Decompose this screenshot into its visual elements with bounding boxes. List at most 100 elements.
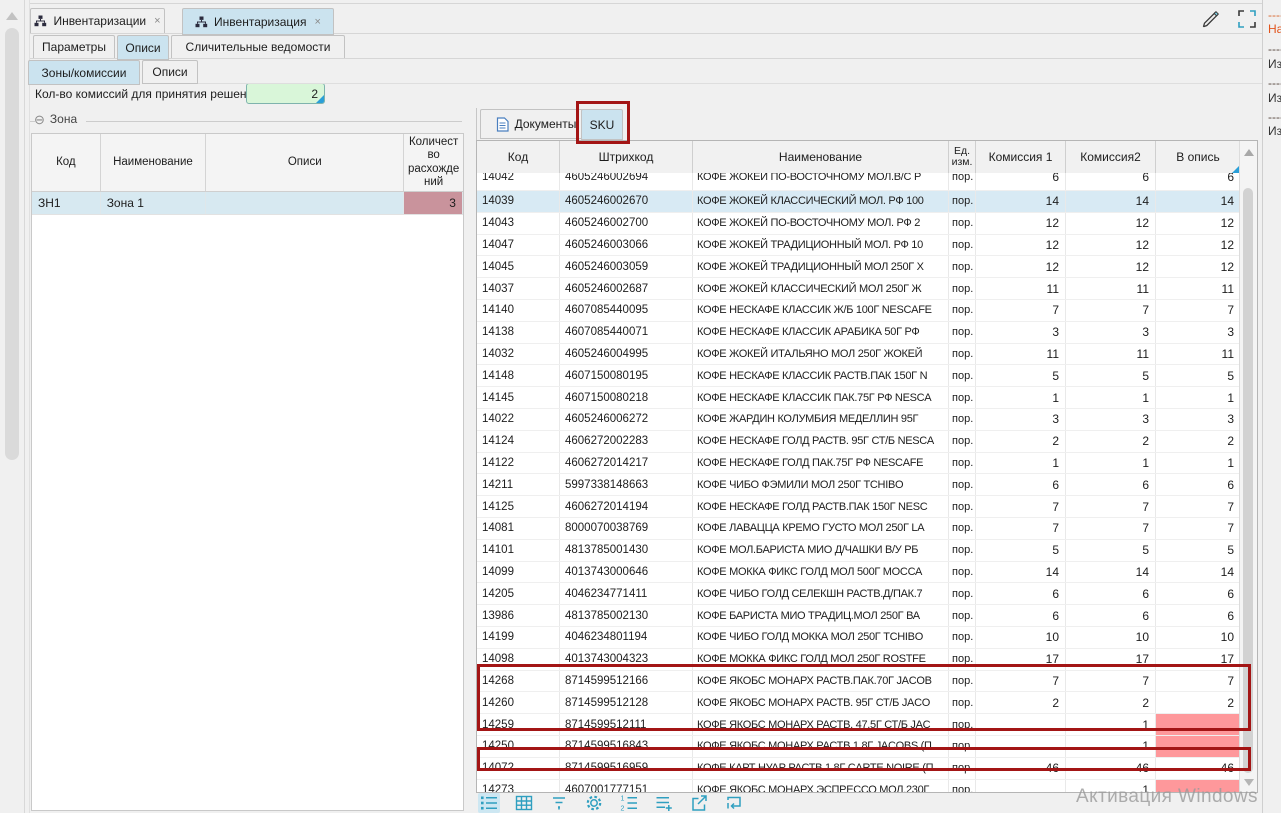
tab-dokumenty[interactable]: Документы [480, 109, 592, 139]
close-icon[interactable]: × [315, 16, 321, 28]
sku-row-14124[interactable]: 141244606272002283КОФЕ НЕСКАФЕ ГОЛД РАСТ… [477, 431, 1241, 453]
scroll-up-icon[interactable] [6, 12, 18, 20]
zone-row[interactable]: ЗН1 Зона 1 3 [32, 192, 463, 215]
cell-code: 14072 [477, 758, 560, 779]
sku-row-14098[interactable]: 140984013743004323КОФЕ МОККА ФИКС ГОЛД М… [477, 649, 1241, 671]
cell-name: КОФЕ ЖОКЕЙ ТРАДИЦИОННЫЙ МОЛ 250Г Х [693, 256, 949, 277]
scroll-up-icon[interactable] [1244, 149, 1254, 156]
sku-row-14145[interactable]: 141454607150080218КОФЕ НЕСКАФЕ КЛАССИК П… [477, 387, 1241, 409]
sku-row-14099[interactable]: 140994013743000646КОФЕ МОККА ФИКС ГОЛД М… [477, 562, 1241, 584]
tab-slichitelnye-vedomosti[interactable]: Сличительные ведомости [171, 35, 345, 59]
tab-inventarizaciya[interactable]: Инвентаризация × [182, 8, 334, 35]
header-in-list[interactable]: В опись [1156, 141, 1241, 173]
edge-text: ----- [1268, 42, 1281, 56]
zone-header-opisi[interactable]: Описи [206, 134, 404, 191]
sku-row-13986[interactable]: 139864813785002130КОФЕ БАРИСТА МИО ТРАДИ… [477, 605, 1241, 627]
collapse-icon[interactable]: ⊖ [34, 113, 45, 126]
divider [30, 3, 1262, 4]
left-scrollbar[interactable] [0, 0, 25, 813]
numbered-list-icon[interactable]: 12 [618, 793, 640, 813]
tab-zony-komissii[interactable]: Зоны/комиссии [28, 60, 140, 85]
cell-code: 14211 [477, 474, 560, 495]
refresh-icon[interactable] [723, 793, 745, 813]
sku-row-14072[interactable]: 140728714599516959КОФЕ КАРТ НУАР РАСТВ.1… [477, 758, 1241, 780]
scroll-down-icon[interactable] [1244, 779, 1254, 786]
header-commission2[interactable]: Комиссия2 [1066, 141, 1156, 173]
sku-row-14043[interactable]: 140434605246002700КОФЕ ЖОКЕЙ ПО-ВОСТОЧНО… [477, 213, 1241, 235]
edit-pencil-icon[interactable] [1200, 8, 1222, 35]
sku-row-14039[interactable]: 140394605246002670КОФЕ ЖОКЕЙ КЛАССИЧЕСКИ… [477, 191, 1241, 213]
cell-name: КОФЕ ЖАРДИН КОЛУМБИЯ МЕДЕЛЛИН 95Г [693, 409, 949, 430]
cell-commission2: 7 [1066, 518, 1156, 539]
cell-unit: пор. [949, 496, 976, 517]
tab-opisi[interactable]: Описи [117, 35, 169, 60]
cell-name: КОФЕ МОККА ФИКС ГОЛД МОЛ 500Г МОССА [693, 562, 949, 583]
sku-row-14259[interactable]: 142598714599512111КОФЕ ЯКОБС МОНАРХ РАСТ… [477, 714, 1241, 736]
sku-row-14205[interactable]: 142054046234771411КОФЕ ЧИБО ГОЛД СЕЛЕКШН… [477, 583, 1241, 605]
sku-row-14032[interactable]: 140324605246004995КОФЕ ЖОКЕЙ ИТАЛЬЯНО МО… [477, 344, 1241, 366]
add-row-icon[interactable] [653, 793, 675, 813]
cell-unit: пор. [949, 540, 976, 561]
sku-row-14260[interactable]: 142608714599512128КОФЕ ЯКОБС МОНАРХ РАСТ… [477, 692, 1241, 714]
cell-code: 14124 [477, 431, 560, 452]
cell-commission2: 6 [1066, 605, 1156, 626]
list-view-icon[interactable] [478, 793, 500, 813]
zone-header-name[interactable]: Наименование [101, 134, 207, 191]
export-icon[interactable] [688, 793, 710, 813]
commissions-count-input[interactable]: 2 [246, 83, 325, 104]
cell-name: КОФЕ НЕСКАФЕ КЛАССИК Ж/Б 100Г NESCAFE [693, 300, 949, 321]
tab-inventarizacii[interactable]: Инвентаризации × [30, 8, 165, 34]
tab-sku[interactable]: SKU [581, 109, 623, 140]
header-commission1[interactable]: Комиссия 1 [976, 141, 1066, 173]
cell-code: 14145 [477, 387, 560, 408]
header-unit[interactable]: Ед. изм. [949, 141, 976, 173]
tab-parametry[interactable]: Параметры [33, 35, 115, 59]
close-icon[interactable]: × [154, 15, 160, 27]
cell-commission1: 5 [976, 540, 1066, 561]
sku-row-14022[interactable]: 140224605246006272КОФЕ ЖАРДИН КОЛУМБИЯ М… [477, 409, 1241, 431]
sku-row-14122[interactable]: 141224606272014217КОФЕ НЕСКАФЕ ГОЛД ПАК.… [477, 453, 1241, 475]
cell-name: КОФЕ НЕСКАФЕ ГОЛД ПАК.75Г РФ NESCAFE [693, 453, 949, 474]
grid-view-icon[interactable] [513, 793, 535, 813]
zone-header-code[interactable]: Код [32, 134, 101, 191]
sku-row-14125[interactable]: 141254606272014194КОФЕ НЕСКАФЕ ГОЛД РАСТ… [477, 496, 1241, 518]
sku-row-14045[interactable]: 140454605246003059КОФЕ ЖОКЕЙ ТРАДИЦИОННЫ… [477, 256, 1241, 278]
filter-icon[interactable] [548, 793, 570, 813]
sku-row-14081[interactable]: 140818000070038769КОФЕ ЛАВАЦЦА КРЕМО ГУС… [477, 518, 1241, 540]
cell-commission2: 12 [1066, 235, 1156, 256]
zone-header-discrepancies[interactable]: Количество расхождений [404, 134, 463, 191]
cell-unit: пор. [949, 387, 976, 408]
table-scrollbar-thumb[interactable] [1243, 188, 1253, 773]
sku-row-14250[interactable]: 142508714599516843КОФЕ ЯКОБС МОНАРХ РАСТ… [477, 736, 1241, 758]
edge-text: Из [1268, 91, 1281, 105]
tab-opisi-2[interactable]: Описи [142, 60, 198, 84]
cell-in-list: 12 [1156, 256, 1241, 277]
sku-row-14101[interactable]: 141014813785001430КОФЕ МОЛ.БАРИСТА МИО Д… [477, 540, 1241, 562]
cell-unit: пор. [949, 758, 976, 779]
cell-unit: пор. [949, 191, 976, 212]
cell-commission2: 14 [1066, 191, 1156, 212]
fullscreen-icon[interactable] [1236, 8, 1258, 35]
sku-row-14268[interactable]: 142688714599512166КОФЕ ЯКОБС МОНАРХ РАСТ… [477, 671, 1241, 693]
cell-commission1: 6 [976, 605, 1066, 626]
sku-row-14138[interactable]: 141384607085440071КОФЕ НЕСКАФЕ КЛАССИК А… [477, 322, 1241, 344]
sku-row-14047[interactable]: 140474605246003066КОФЕ ЖОКЕЙ ТРАДИЦИОННЫ… [477, 235, 1241, 257]
cell-in-list: 10 [1156, 627, 1241, 648]
table-scrollbar[interactable] [1239, 141, 1257, 792]
cell-unit: пор. [949, 671, 976, 692]
sku-row-14211[interactable]: 142115997338148663КОФЕ ЧИБО ФЭМИЛИ МОЛ 2… [477, 474, 1241, 496]
sku-row-14037[interactable]: 140374605246002687КОФЕ ЖОКЕЙ КЛАССИЧЕСКИ… [477, 278, 1241, 300]
header-barcode[interactable]: Штрихкод [560, 141, 693, 173]
cell-code: 14122 [477, 453, 560, 474]
cell-name: КОФЕ ЖОКЕЙ ИТАЛЬЯНО МОЛ 250Г ЖОКЕЙ [693, 344, 949, 365]
sku-row-14199[interactable]: 141994046234801194КОФЕ ЧИБО ГОЛД МОККА М… [477, 627, 1241, 649]
header-name[interactable]: Наименование [693, 141, 949, 173]
sku-row-14148[interactable]: 141484607150080195КОФЕ НЕСКАФЕ КЛАССИК Р… [477, 365, 1241, 387]
cell-commission1: 12 [976, 235, 1066, 256]
sku-row-14140[interactable]: 141404607085440095КОФЕ НЕСКАФЕ КЛАССИК Ж… [477, 300, 1241, 322]
header-code[interactable]: Код [477, 141, 560, 173]
cell-barcode: 8714599512166 [560, 671, 693, 692]
sku-row-14042[interactable]: 140424605246002694КОФЕ ЖОКЕЙ ПО-ВОСТОЧНО… [477, 173, 1241, 191]
settings-gear-icon[interactable] [583, 793, 605, 813]
left-scrollbar-thumb[interactable] [5, 28, 19, 460]
